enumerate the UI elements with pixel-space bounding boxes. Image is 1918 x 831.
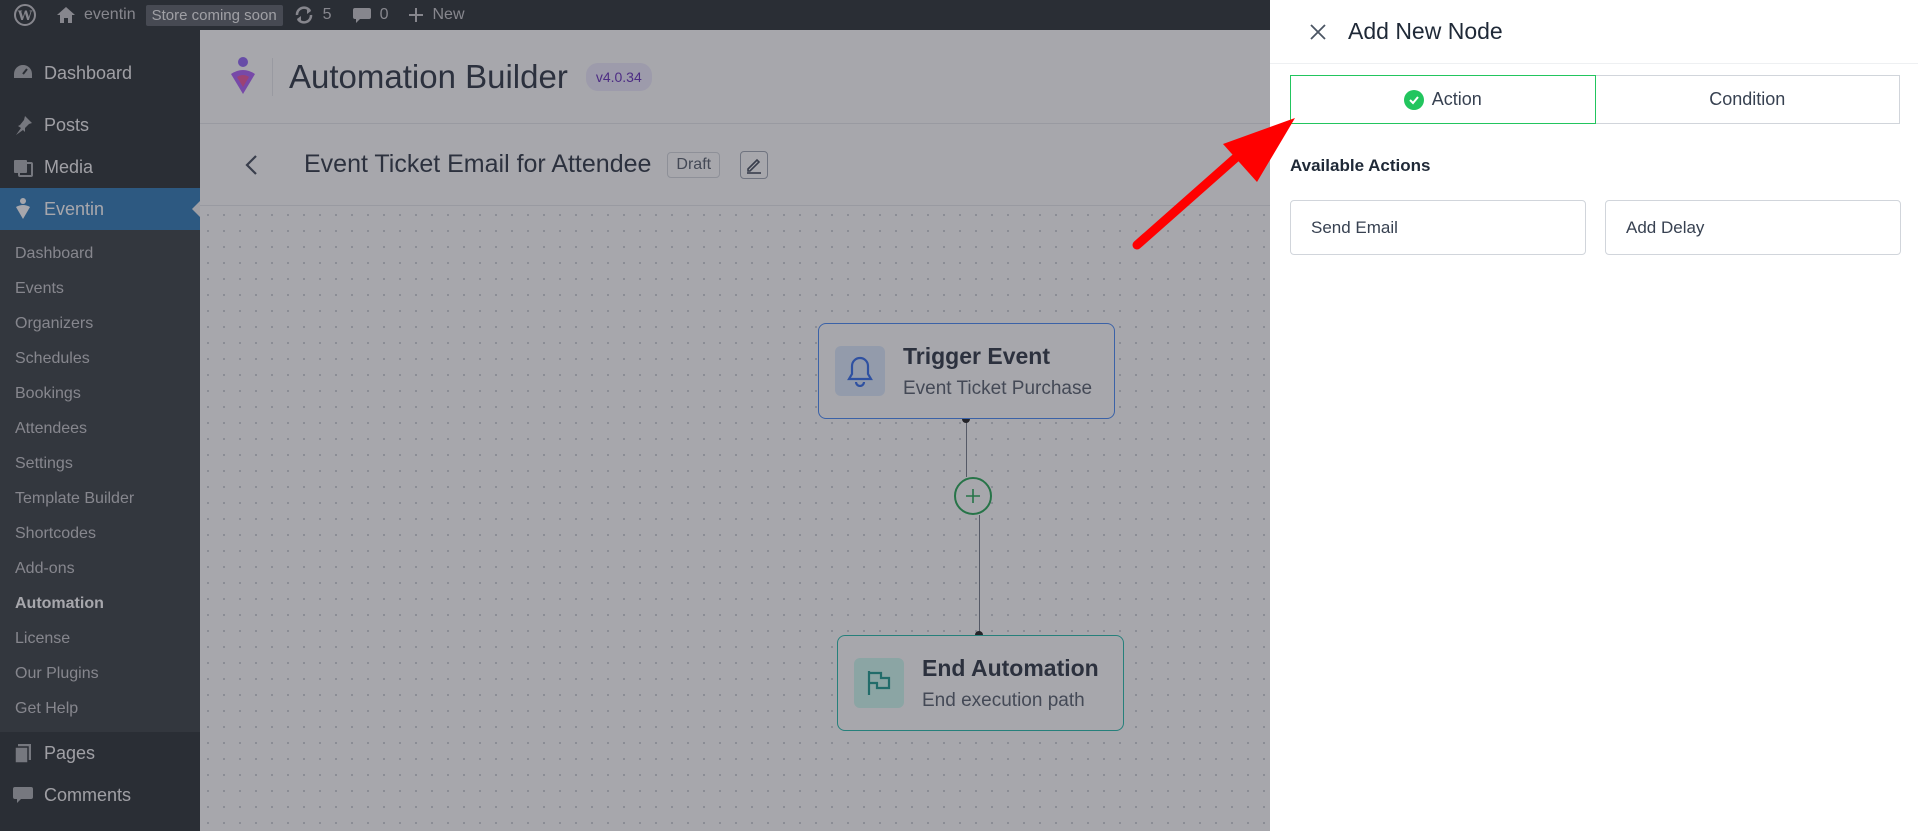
- close-drawer-button[interactable]: [1306, 20, 1330, 44]
- add-node-drawer: Add New Node Action Condition Available …: [1270, 0, 1918, 831]
- action-add-delay[interactable]: Add Delay: [1605, 200, 1901, 255]
- action-send-email[interactable]: Send Email: [1290, 200, 1586, 255]
- tab-action[interactable]: Action: [1290, 75, 1596, 124]
- available-actions-label: Available Actions: [1290, 156, 1431, 175]
- tab-label: Condition: [1709, 89, 1786, 109]
- node-type-tabs: Action Condition: [1290, 75, 1900, 124]
- close-icon: [1310, 23, 1326, 40]
- drawer-header: Add New Node: [1270, 0, 1918, 64]
- tab-condition[interactable]: Condition: [1595, 75, 1900, 124]
- annotation-arrow-icon: [1132, 118, 1295, 250]
- modal-backdrop[interactable]: [0, 0, 1270, 831]
- drawer-title: Add New Node: [1348, 18, 1503, 44]
- tab-label: Action: [1431, 89, 1482, 109]
- check-circle-icon: [1403, 89, 1424, 110]
